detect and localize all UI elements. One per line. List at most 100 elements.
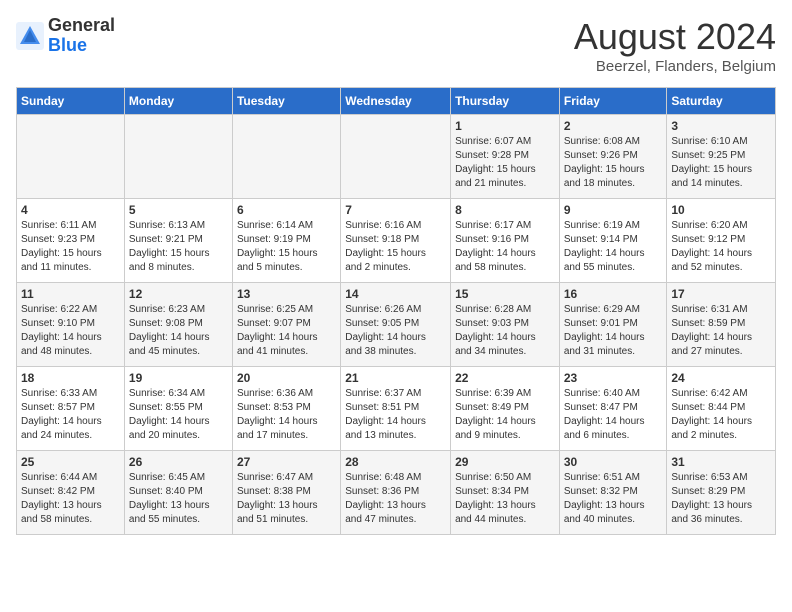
calendar-cell — [17, 115, 125, 199]
day-number: 16 — [564, 287, 663, 301]
logo-icon — [16, 22, 44, 50]
page-header: General Blue August 2024 Beerzel, Flande… — [16, 16, 776, 75]
day-info: Sunrise: 6:42 AM Sunset: 8:44 PM Dayligh… — [671, 387, 771, 443]
calendar-cell: 25 Sunrise: 6:44 AM Sunset: 8:42 PM Dayli… — [17, 451, 125, 535]
calendar-cell: 16Sunrise: 6:29 AM Sunset: 9:01 PM Dayli… — [559, 283, 667, 367]
day-info: Sunrise: 6:37 AM Sunset: 8:51 PM Dayligh… — [345, 387, 446, 443]
day-number: 18 — [21, 371, 120, 385]
day-info: Sunrise: 6:34 AM Sunset: 8:55 PM Dayligh… — [129, 387, 228, 443]
logo: General Blue — [16, 16, 115, 56]
calendar-cell: 11 Sunrise: 6:22 AM Sunset: 9:10 PM Dayli… — [17, 283, 125, 367]
day-number: 3 — [671, 119, 771, 133]
calendar-cell: 17 Sunrise: 6:31 AM Sunset: 8:59 PM Dayli… — [667, 283, 776, 367]
day-info: Sunrise: 6:50 AM Sunset: 8:34 PM Dayligh… — [455, 471, 555, 527]
calendar-table: SundayMondayTuesdayWednesdayThursdayFrid… — [16, 87, 776, 535]
calendar-cell: 4 Sunrise: 6:11 AM Sunset: 9:23 PM Daylig… — [17, 199, 125, 283]
day-number: 17 — [671, 287, 771, 301]
day-info: Sunrise: 6:26 AM Sunset: 9:05 PM Dayligh… — [345, 303, 446, 359]
calendar-cell: 13 Sunrise: 6:25 AM Sunset: 9:07 PM Dayli… — [232, 283, 340, 367]
calendar-cell: 8Sunrise: 6:17 AM Sunset: 9:16 PM Daylig… — [451, 199, 560, 283]
calendar-cell: 9 Sunrise: 6:19 AM Sunset: 9:14 PM Daylig… — [559, 199, 667, 283]
day-number: 25 — [21, 455, 120, 469]
day-header-sunday: Sunday — [17, 88, 125, 115]
day-header-saturday: Saturday — [667, 88, 776, 115]
day-info: Sunrise: 6:39 AM Sunset: 8:49 PM Dayligh… — [455, 387, 555, 443]
day-info: Sunrise: 6:17 AM Sunset: 9:16 PM Dayligh… — [455, 219, 555, 275]
day-info: Sunrise: 6:25 AM Sunset: 9:07 PM Dayligh… — [237, 303, 336, 359]
day-info: Sunrise: 6:44 AM Sunset: 8:42 PM Dayligh… — [21, 471, 120, 527]
week-row-2: 4 Sunrise: 6:11 AM Sunset: 9:23 PM Daylig… — [17, 199, 776, 283]
calendar-cell: 30 Sunrise: 6:51 AM Sunset: 8:32 PM Dayli… — [559, 451, 667, 535]
day-info: Sunrise: 6:23 AM Sunset: 9:08 PM Dayligh… — [129, 303, 228, 359]
day-number: 14 — [345, 287, 446, 301]
day-number: 13 — [237, 287, 336, 301]
calendar-cell: 14 Sunrise: 6:26 AM Sunset: 9:05 PM Dayli… — [341, 283, 451, 367]
day-number: 26 — [129, 455, 228, 469]
day-number: 24 — [671, 371, 771, 385]
day-info: Sunrise: 6:11 AM Sunset: 9:23 PM Dayligh… — [21, 219, 120, 275]
day-info: Sunrise: 6:47 AM Sunset: 8:38 PM Dayligh… — [237, 471, 336, 527]
day-info: Sunrise: 6:33 AM Sunset: 8:57 PM Dayligh… — [21, 387, 120, 443]
day-number: 4 — [21, 203, 120, 217]
day-info: Sunrise: 6:10 AM Sunset: 9:25 PM Dayligh… — [671, 135, 771, 191]
day-info: Sunrise: 6:13 AM Sunset: 9:21 PM Dayligh… — [129, 219, 228, 275]
day-header-monday: Monday — [124, 88, 232, 115]
day-number: 2 — [564, 119, 663, 133]
day-number: 30 — [564, 455, 663, 469]
title-block: August 2024 Beerzel, Flanders, Belgium — [574, 16, 776, 75]
calendar-cell: 1 Sunrise: 6:07 AM Sunset: 9:28 PM Daylig… — [451, 115, 560, 199]
day-info: Sunrise: 6:45 AM Sunset: 8:40 PM Dayligh… — [129, 471, 228, 527]
week-row-4: 18 Sunrise: 6:33 AM Sunset: 8:57 PM Dayli… — [17, 367, 776, 451]
day-number: 7 — [345, 203, 446, 217]
day-number: 9 — [564, 203, 663, 217]
calendar-cell: 7 Sunrise: 6:16 AM Sunset: 9:18 PM Daylig… — [341, 199, 451, 283]
day-info: Sunrise: 6:22 AM Sunset: 9:10 PM Dayligh… — [21, 303, 120, 359]
day-header-wednesday: Wednesday — [341, 88, 451, 115]
calendar-cell: 24 Sunrise: 6:42 AM Sunset: 8:44 PM Dayli… — [667, 367, 776, 451]
day-info: Sunrise: 6:20 AM Sunset: 9:12 PM Dayligh… — [671, 219, 771, 275]
day-info: Sunrise: 6:40 AM Sunset: 8:47 PM Dayligh… — [564, 387, 663, 443]
logo-line2: Blue — [48, 36, 115, 56]
calendar-cell: 12Sunrise: 6:23 AM Sunset: 9:08 PM Dayli… — [124, 283, 232, 367]
calendar-cell: 23Sunrise: 6:40 AM Sunset: 8:47 PM Dayli… — [559, 367, 667, 451]
calendar-cell: 21Sunrise: 6:37 AM Sunset: 8:51 PM Dayli… — [341, 367, 451, 451]
day-number: 19 — [129, 371, 228, 385]
calendar-cell: 2 Sunrise: 6:08 AM Sunset: 9:26 PM Daylig… — [559, 115, 667, 199]
calendar-cell: 22 Sunrise: 6:39 AM Sunset: 8:49 PM Dayli… — [451, 367, 560, 451]
day-number: 29 — [455, 455, 555, 469]
calendar-cell: 27 Sunrise: 6:47 AM Sunset: 8:38 PM Dayli… — [232, 451, 340, 535]
location: Beerzel, Flanders, Belgium — [574, 58, 776, 75]
day-header-tuesday: Tuesday — [232, 88, 340, 115]
calendar-cell — [124, 115, 232, 199]
calendar-cell: 29 Sunrise: 6:50 AM Sunset: 8:34 PM Dayli… — [451, 451, 560, 535]
day-number: 28 — [345, 455, 446, 469]
calendar-cell: 19 Sunrise: 6:34 AM Sunset: 8:55 PM Dayli… — [124, 367, 232, 451]
days-header-row: SundayMondayTuesdayWednesdayThursdayFrid… — [17, 88, 776, 115]
calendar-cell: 6Sunrise: 6:14 AM Sunset: 9:19 PM Daylig… — [232, 199, 340, 283]
calendar-cell: 15Sunrise: 6:28 AM Sunset: 9:03 PM Dayli… — [451, 283, 560, 367]
day-info: Sunrise: 6:08 AM Sunset: 9:26 PM Dayligh… — [564, 135, 663, 191]
day-info: Sunrise: 6:31 AM Sunset: 8:59 PM Dayligh… — [671, 303, 771, 359]
calendar-cell: 18 Sunrise: 6:33 AM Sunset: 8:57 PM Dayli… — [17, 367, 125, 451]
day-number: 1 — [455, 119, 555, 133]
day-number: 6 — [237, 203, 336, 217]
day-number: 5 — [129, 203, 228, 217]
day-info: Sunrise: 6:19 AM Sunset: 9:14 PM Dayligh… — [564, 219, 663, 275]
day-number: 27 — [237, 455, 336, 469]
day-info: Sunrise: 6:16 AM Sunset: 9:18 PM Dayligh… — [345, 219, 446, 275]
day-number: 15 — [455, 287, 555, 301]
day-info: Sunrise: 6:36 AM Sunset: 8:53 PM Dayligh… — [237, 387, 336, 443]
calendar-cell: 5 Sunrise: 6:13 AM Sunset: 9:21 PM Daylig… — [124, 199, 232, 283]
day-info: Sunrise: 6:48 AM Sunset: 8:36 PM Dayligh… — [345, 471, 446, 527]
day-info: Sunrise: 6:53 AM Sunset: 8:29 PM Dayligh… — [671, 471, 771, 527]
day-number: 22 — [455, 371, 555, 385]
month-year: August 2024 — [574, 16, 776, 58]
day-info: Sunrise: 6:07 AM Sunset: 9:28 PM Dayligh… — [455, 135, 555, 191]
day-number: 31 — [671, 455, 771, 469]
day-header-friday: Friday — [559, 88, 667, 115]
day-info: Sunrise: 6:51 AM Sunset: 8:32 PM Dayligh… — [564, 471, 663, 527]
week-row-3: 11 Sunrise: 6:22 AM Sunset: 9:10 PM Dayli… — [17, 283, 776, 367]
day-number: 20 — [237, 371, 336, 385]
week-row-1: 1 Sunrise: 6:07 AM Sunset: 9:28 PM Daylig… — [17, 115, 776, 199]
day-number: 11 — [21, 287, 120, 301]
